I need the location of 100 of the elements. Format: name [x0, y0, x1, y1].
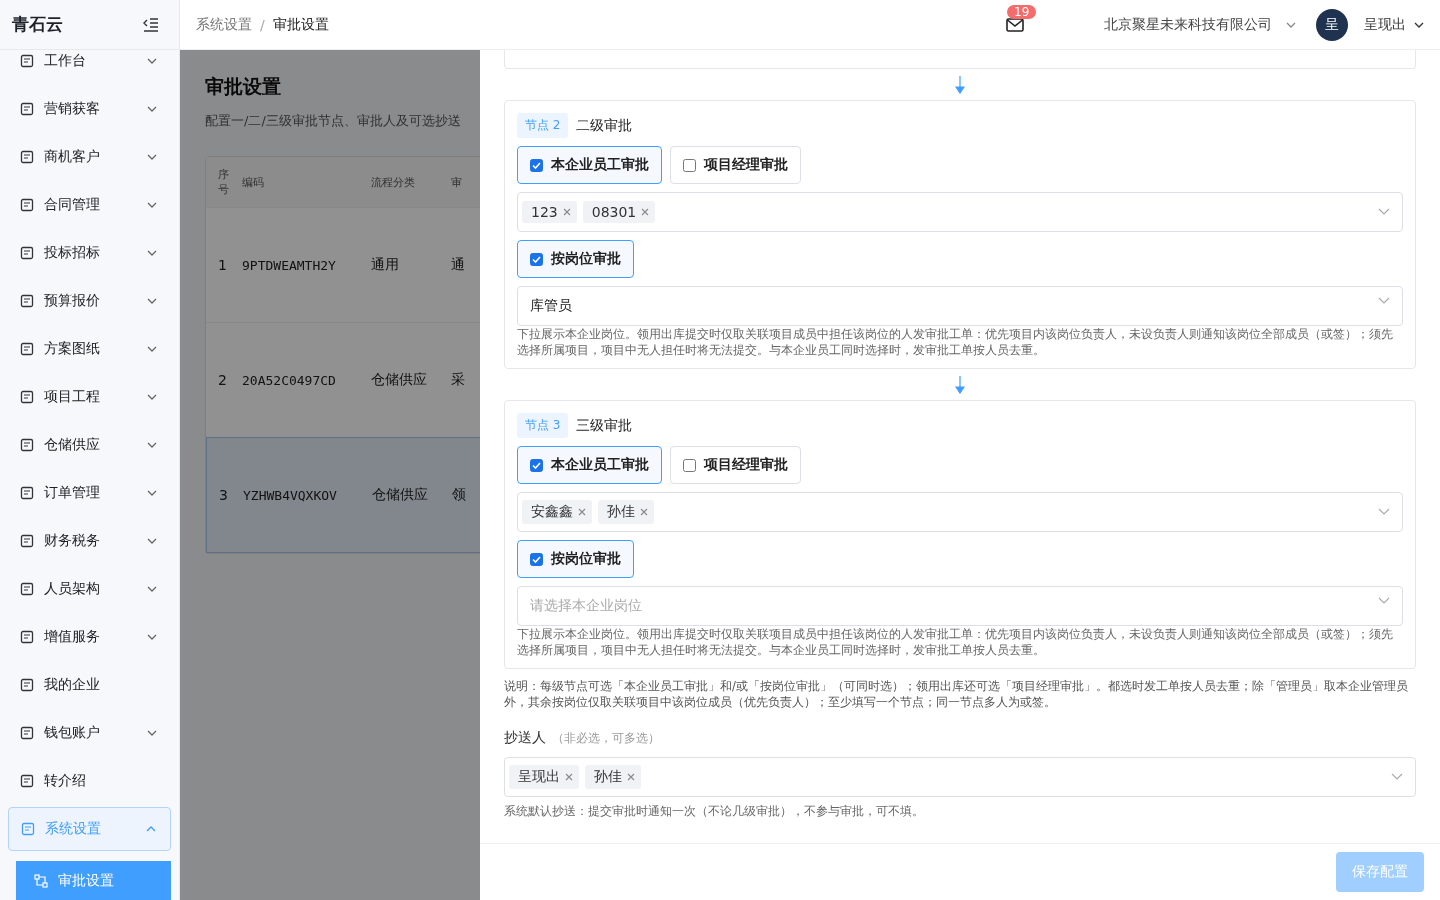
sidebar-item[interactable]: 钱包账户 [8, 709, 171, 757]
node-title: 三级审批 [576, 416, 633, 435]
document-icon [20, 582, 34, 596]
people-select[interactable]: 123 08301 [517, 192, 1403, 232]
table-cell-text: 2 [217, 372, 228, 388]
table-cell-text: 领 [452, 486, 467, 504]
column-header: 流程分类 [371, 174, 416, 190]
table-cell-text: 3 [218, 487, 229, 503]
close-icon[interactable] [565, 773, 573, 781]
sidebar-item[interactable]: 项目工程 [8, 373, 171, 421]
document-icon [20, 726, 34, 740]
cc-select[interactable]: 呈现出 孙佳 [504, 757, 1416, 797]
checkbox-option[interactable]: 项目经理审批 [670, 146, 801, 184]
sidebar-item[interactable]: 转介绍 [8, 757, 171, 805]
table-cell-text: 20A52C0497CD [242, 372, 337, 388]
sidebar-item[interactable]: 订单管理 [8, 469, 171, 517]
breadcrumb-item[interactable]: 系统设置 [196, 15, 252, 34]
document-icon [20, 438, 34, 452]
note-text: 说明：每级节点可选「本企业员工审批」和/或「按岗位审批」（可同时选）；领用出库还可选「项目经理审批」。都选时发工单按人员去重；除「管理员」取本企业管理员外，其余按岗位仅取关联项目中该岗位成员（优先负责人）；至少填写一个节点；同一节点多人为或签。 [504, 678, 1409, 710]
breadcrumb-item: 审批设置 [272, 15, 329, 34]
person-tag: 安鑫鑫 [522, 500, 592, 524]
sidebar-item[interactable]: 合同管理 [8, 181, 171, 229]
document-icon [20, 486, 34, 500]
close-icon[interactable] [578, 508, 586, 516]
chevron-down-icon [1378, 297, 1390, 304]
sidebar-item[interactable]: 预算报价 [8, 277, 171, 325]
hint-text: 系统默认抄送：提交审批时通知一次（不论几级审批），不参与审批，可不填。 [504, 804, 925, 819]
table-cell-text: 仓储供应 [371, 371, 428, 389]
arrow-down-icon [955, 375, 965, 394]
sidebar-item[interactable]: 人员架构 [8, 565, 171, 613]
column-header: 审 [451, 174, 463, 190]
document-icon [20, 294, 34, 308]
table-cell-text: 通 [451, 256, 466, 274]
document-icon [20, 390, 34, 404]
sidebar-item[interactable]: 方案图纸 [8, 325, 171, 373]
user-name[interactable]: 呈现出 [1364, 15, 1406, 34]
checkbox-icon [530, 458, 543, 472]
column-header: 序号 [217, 167, 230, 197]
document-icon [20, 246, 34, 260]
page-title: 审批设置 [205, 74, 282, 99]
checkbox-option[interactable]: 本企业员工审批 [517, 146, 662, 184]
chevron-down-icon [1378, 208, 1390, 215]
document-icon [20, 630, 34, 644]
node-title: 二级审批 [576, 116, 633, 135]
column-header: 编码 [242, 174, 265, 190]
close-icon[interactable] [640, 508, 648, 516]
person-tag: 08301 [582, 201, 656, 223]
person-tag: 孙佳 [585, 765, 641, 789]
checkbox-icon [530, 158, 543, 172]
checkbox-option[interactable]: 项目经理审批 [670, 446, 801, 484]
chevron-down-icon [1378, 597, 1390, 604]
document-icon [21, 822, 35, 836]
table-cell-text: 通用 [371, 256, 400, 274]
hint-text: 下拉展示本企业岗位。领用出库提交时仅取关联项目成员中担任该岗位的人发审批工单：优先项目内该岗位负责人，未设负责人则通知该岗位全部成员（或签）；须先选择所属项目，项目中无人担任时将无法提交。与本企业员工同时选择时，发审批工单按人员去重。 [517, 626, 1394, 658]
document-icon [20, 198, 34, 212]
table-cell-text: YZHWB4VQXKOV [243, 487, 338, 503]
table-row[interactable]: 3 YZHWB4VQXKOV 仓储供应 领 [206, 437, 480, 553]
checkbox-option[interactable]: 按岗位审批 [517, 240, 634, 278]
chevron-down-icon [1286, 21, 1296, 28]
sidebar-item[interactable]: 我的企业 [8, 661, 171, 709]
table-cell-text: 1 [217, 257, 228, 273]
checkbox-icon [530, 252, 543, 266]
hint-text: 下拉展示本企业岗位。领用出库提交时仅取关联项目成员中担任该岗位的人发审批工单：优先项目内该岗位负责人，未设负责人则通知该岗位全部成员（或签）；须先选择所属项目，项目中无人担任时将无法提交。与本企业员工同时选择时，发审批工单按人员去重。 [517, 326, 1394, 358]
document-icon [20, 150, 34, 164]
checkbox-icon [683, 458, 696, 472]
document-icon [20, 54, 34, 68]
sidebar-item[interactable]: 商机客户 [8, 133, 171, 181]
document-icon [20, 102, 34, 116]
checkbox-icon [683, 158, 696, 172]
table-cell-text: 仓储供应 [372, 486, 429, 504]
sidebar-item[interactable]: 投标招标 [8, 229, 171, 277]
sidebar-item[interactable]: 营销获客 [8, 85, 171, 133]
close-icon[interactable] [627, 773, 635, 781]
sidebar-item[interactable]: 增值服务 [8, 613, 171, 661]
company-selector[interactable]: 北京聚星未来科技有限公司 [1104, 15, 1272, 34]
table-cell-text: 9PTDWEAMTH2Y [242, 257, 337, 273]
checkbox-option[interactable]: 本企业员工审批 [517, 446, 662, 484]
sidebar-item[interactable]: 仓储供应 [8, 421, 171, 469]
breadcrumb-separator: / [260, 16, 265, 33]
node-tag: 节点 2 [517, 113, 569, 138]
person-tag: 孙佳 [598, 500, 654, 524]
document-icon [20, 678, 34, 692]
document-icon [20, 534, 34, 548]
field-sublabel: （非必选，可多选） [552, 730, 660, 747]
chevron-down-icon [1378, 508, 1390, 515]
people-select[interactable]: 安鑫鑫 孙佳 [517, 492, 1403, 532]
person-tag: 呈现出 [509, 765, 579, 789]
position-select[interactable]: 库管员 [517, 286, 1403, 326]
document-icon [20, 774, 34, 788]
sidebar-item[interactable]: 财务税务 [8, 517, 171, 565]
chevron-down-icon [1414, 21, 1424, 28]
close-icon[interactable] [641, 208, 650, 216]
table-cell-text: 采 [451, 371, 466, 389]
notification-badge: 19 [1007, 4, 1037, 19]
user-avatar[interactable]: 呈 [1316, 8, 1348, 41]
close-icon[interactable] [562, 208, 571, 216]
checkbox-option[interactable]: 按岗位审批 [517, 540, 634, 578]
sidebar-item[interactable]: 工作台 [8, 50, 171, 85]
collapse-icon[interactable] [143, 17, 159, 32]
mail-icon[interactable] [1006, 17, 1024, 32]
